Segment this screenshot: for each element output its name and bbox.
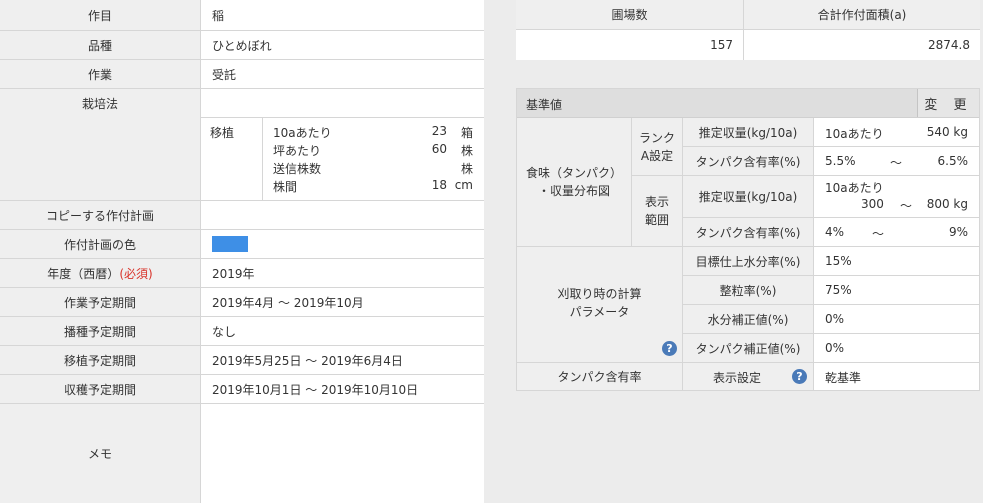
- standard-header: 基準値 変 更: [517, 89, 979, 118]
- protein-content-label: タンパク含有率: [517, 363, 683, 390]
- param-label: 水分補正値(%): [683, 305, 814, 334]
- display-setting-label: 表示設定: [713, 371, 762, 385]
- fields-count-value: 157: [516, 30, 744, 60]
- required-mark: (必須): [119, 266, 153, 281]
- total-area-value: 2874.8: [928, 38, 970, 52]
- standard-values-panel: 基準値 変 更 食味（タンパク） ・収量分布図 ランク A設定 表示 範囲 推定…: [516, 88, 980, 391]
- param-label: タンパク補正値(%): [683, 334, 814, 363]
- row-work: 作業 受託: [0, 60, 484, 89]
- row-sowing-period: 播種予定期間 なし: [0, 317, 484, 346]
- row-copy-plan: コピーする作付計画: [0, 201, 484, 230]
- help-icon[interactable]: ?: [792, 369, 807, 384]
- display-setting-value: 乾基準: [825, 371, 862, 385]
- row-variety: 品種 ひとめぼれ: [0, 31, 484, 60]
- crop-value: 稲: [212, 8, 225, 23]
- year-label: 年度（西暦） (必須): [0, 259, 201, 287]
- row-crop: 作目 稲: [0, 0, 484, 31]
- variety-value: ひとめぼれ: [212, 38, 272, 53]
- memo-value[interactable]: [201, 404, 484, 503]
- plan-color-swatch[interactable]: [212, 236, 248, 252]
- param-value: 75%: [814, 276, 979, 305]
- memo-label: メモ: [0, 404, 201, 503]
- cultivation-line: 10aあたり 23 箱: [273, 124, 473, 140]
- help-icon[interactable]: ?: [662, 341, 677, 356]
- variety-label: 品種: [0, 31, 201, 59]
- rank-protein-value: 5.5% ～ 6.5%: [814, 147, 979, 176]
- rank-protein-label: タンパク含有率(%): [683, 147, 814, 176]
- row-transplant-period: 移植予定期間 2019年5月25日 ～ 2019年6月4日: [0, 346, 484, 375]
- row-memo: メモ: [0, 404, 484, 503]
- copy-plan-label: コピーする作付計画: [0, 201, 201, 229]
- row-plan-color: 作付計画の色: [0, 230, 484, 259]
- work-period-label: 作業予定期間: [0, 288, 201, 316]
- row-harvest-period: 収穫予定期間 2019年10月1日 ～ 2019年10月10日: [0, 375, 484, 404]
- summary-table: 圃場数 合計作付面積(a) 157 2874.8: [516, 0, 980, 60]
- taste-distribution-group-label: 食味（タンパク） ・収量分布図: [517, 118, 632, 247]
- sowing-period-value: なし: [212, 324, 237, 339]
- row-work-period: 作業予定期間 2019年4月 ～ 2019年10月: [0, 288, 484, 317]
- crop-label: 作目: [0, 0, 201, 30]
- harvest-period-value: 2019年10月1日 ～ 2019年10月10日: [212, 382, 419, 397]
- param-label: 整粒率(%): [683, 276, 814, 305]
- row-year: 年度（西暦） (必須) 2019年: [0, 259, 484, 288]
- work-period-value: 2019年4月 ～ 2019年10月: [212, 295, 364, 310]
- harvest-params-group: 刈取り時の計算 パラメータ ?: [517, 247, 683, 363]
- param-value: 0%: [814, 305, 979, 334]
- param-value: 0%: [814, 334, 979, 363]
- cultivation-line: 株間 18 cm: [273, 178, 473, 194]
- year-value: 2019年: [212, 266, 255, 281]
- rank-a-setting-label: ランク A設定: [632, 118, 683, 176]
- crop-plan-form: 作目 稲 品種 ひとめぼれ 作業 受託 栽培法 移植 10aあたり 23 箱 坪…: [0, 0, 484, 503]
- change-button[interactable]: 変 更: [917, 89, 979, 117]
- rank-yield-label: 推定収量(kg/10a): [683, 118, 814, 147]
- param-label: 目標仕上水分率(%): [683, 247, 814, 276]
- cultivation-kind: 移植: [201, 118, 263, 200]
- display-setting-cell: 表示設定 ?: [683, 363, 814, 390]
- display-protein-value: 4% ～ 9%: [814, 218, 979, 247]
- display-yield-label: 推定収量(kg/10a): [683, 176, 814, 218]
- fields-count-header: 圃場数: [516, 0, 744, 30]
- sowing-period-label: 播種予定期間: [0, 317, 201, 345]
- work-value: 受託: [212, 67, 237, 82]
- harvest-period-label: 収穫予定期間: [0, 375, 201, 403]
- plan-color-label: 作付計画の色: [0, 230, 201, 258]
- total-area-header: 合計作付面積(a): [744, 0, 980, 30]
- cultivation-line: 送信株数 株: [273, 162, 473, 176]
- standard-title: 基準値: [526, 98, 563, 112]
- cultivation-label: 栽培法: [0, 89, 201, 200]
- display-range-label: 表示 範囲: [632, 176, 683, 247]
- work-label: 作業: [0, 60, 201, 88]
- cultivation-line: 坪あたり 60 株: [273, 142, 473, 158]
- harvest-params-label: 刈取り時の計算 パラメータ: [557, 287, 642, 319]
- copy-plan-value[interactable]: [201, 201, 484, 229]
- transplant-period-value: 2019年5月25日 ～ 2019年6月4日: [212, 353, 403, 368]
- display-yield-value: 10aあたり 300 ～ 800 kg: [814, 176, 979, 218]
- rank-yield-value: 10aあたり 540 kg: [814, 118, 979, 147]
- param-value: 15%: [814, 247, 979, 276]
- cultivation-detail: 移植 10aあたり 23 箱 坪あたり 60 株 送信株数 株 株間 18 cm: [201, 117, 484, 200]
- display-protein-label: タンパク含有率(%): [683, 218, 814, 247]
- transplant-period-label: 移植予定期間: [0, 346, 201, 374]
